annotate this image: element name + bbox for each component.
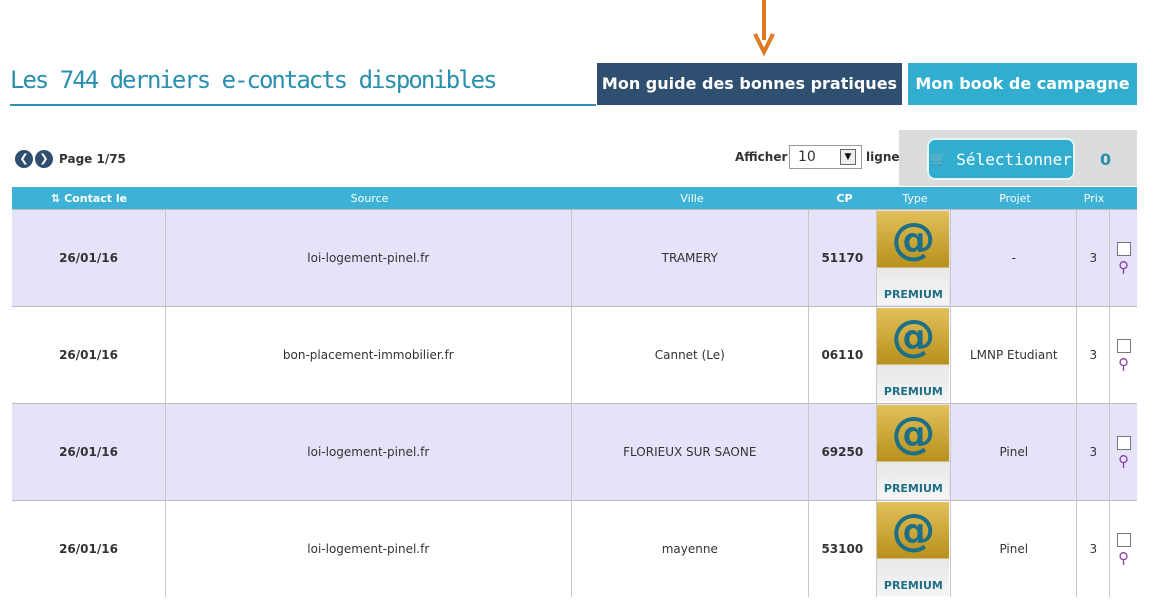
zoom-icon[interactable]: ⚲ <box>1118 453 1129 469</box>
header-source: Source <box>350 191 389 205</box>
cell-type: @ PREMIUM <box>877 501 952 597</box>
header-contact-label: Contact le <box>64 191 128 205</box>
row-checkbox[interactable] <box>1116 241 1131 256</box>
at-icon: @ <box>891 505 936 556</box>
cell-prix: 3 <box>1077 210 1111 306</box>
cell-actions: ⚲ <box>1110 501 1137 597</box>
chevron-left-icon[interactable]: ❮ <box>15 150 33 168</box>
premium-label: PREMIUM <box>883 482 943 495</box>
cell-projet: Pinel <box>951 404 1078 500</box>
header-prix: Prix <box>1083 191 1105 205</box>
table-row: 26/01/16 bon-placement-immobilier.fr Can… <box>12 306 1137 403</box>
header-ville: Ville <box>680 191 704 205</box>
table-row: 26/01/16 loi-logement-pinel.fr mayenne 5… <box>12 500 1137 597</box>
cell-prix: 3 <box>1077 307 1111 403</box>
zoom-icon[interactable]: ⚲ <box>1118 356 1129 372</box>
selection-count: 0 <box>1100 150 1112 169</box>
cart-icon: 🛒 <box>930 151 947 167</box>
row-checkbox[interactable] <box>1116 338 1131 353</box>
header-actions <box>1110 187 1137 209</box>
afficher-label: Afficher <box>735 150 788 164</box>
cell-cp: 53100 <box>809 501 877 597</box>
chevron-down-icon[interactable]: ▼ <box>840 149 856 165</box>
premium-badge: @ PREMIUM <box>877 405 950 499</box>
at-icon: @ <box>891 408 936 459</box>
cell-cp: 69250 <box>809 404 877 500</box>
cell-ville: Cannet (Le) <box>572 307 810 403</box>
premium-label: PREMIUM <box>883 579 943 592</box>
table-row: 26/01/16 loi-logement-pinel.fr TRAMERY 5… <box>12 209 1137 306</box>
premium-label: PREMIUM <box>883 385 943 398</box>
lines-per-page-value: 10 <box>798 149 816 165</box>
arrow-down-icon <box>753 0 775 57</box>
cell-source: loi-logement-pinel.fr <box>166 210 572 306</box>
premium-badge: @ PREMIUM <box>877 211 950 305</box>
cell-date: 26/01/16 <box>12 307 167 403</box>
at-icon: @ <box>891 311 936 362</box>
cell-source: loi-logement-pinel.fr <box>166 501 572 597</box>
tab-guide[interactable]: Mon guide des bonnes pratiques <box>597 63 902 105</box>
contacts-table: ⇅ Contact le Source Ville CP Type Projet… <box>12 187 1137 597</box>
cell-projet: - <box>951 210 1078 306</box>
cell-source: loi-logement-pinel.fr <box>166 404 572 500</box>
cell-type: @ PREMIUM <box>877 404 952 500</box>
premium-badge: @ PREMIUM <box>877 502 950 596</box>
header-projet: Projet <box>999 191 1031 205</box>
cell-cp: 06110 <box>809 307 877 403</box>
select-button[interactable]: 🛒 Sélectionner <box>927 138 1075 180</box>
premium-label: PREMIUM <box>883 288 943 301</box>
cell-source: bon-placement-immobilier.fr <box>166 307 572 403</box>
table-row: 26/01/16 loi-logement-pinel.fr FLORIEUX … <box>12 403 1137 500</box>
lines-per-page-select[interactable]: 10 ▼ <box>789 145 862 169</box>
cell-projet: LMNP Etudiant <box>951 307 1078 403</box>
cell-type: @ PREMIUM <box>877 210 952 306</box>
zoom-icon[interactable]: ⚲ <box>1118 550 1129 566</box>
row-checkbox[interactable] <box>1116 532 1131 547</box>
cell-type: @ PREMIUM <box>877 307 952 403</box>
select-button-label: Sélectionner <box>956 149 1072 169</box>
page-indicator: Page 1/75 <box>59 152 126 166</box>
premium-badge: @ PREMIUM <box>877 308 950 402</box>
row-checkbox[interactable] <box>1116 435 1131 450</box>
cell-actions: ⚲ <box>1110 307 1137 403</box>
sort-icon[interactable]: ⇅ <box>51 192 60 205</box>
chevron-right-icon[interactable]: ❯ <box>35 150 53 168</box>
cell-date: 26/01/16 <box>12 210 167 306</box>
cell-projet: Pinel <box>951 501 1078 597</box>
page-title: Les 744 derniers e-contacts disponibles <box>10 66 498 94</box>
header-contact[interactable]: ⇅ Contact le <box>12 187 166 209</box>
header-type: Type <box>902 191 928 205</box>
cell-ville: mayenne <box>572 501 810 597</box>
cell-actions: ⚲ <box>1110 210 1137 306</box>
cell-actions: ⚲ <box>1110 404 1137 500</box>
header-cp: CP <box>836 191 853 205</box>
pager: ❮ ❯ Page 1/75 <box>15 149 126 169</box>
cell-cp: 51170 <box>809 210 877 306</box>
cell-prix: 3 <box>1077 404 1111 500</box>
cell-date: 26/01/16 <box>12 404 167 500</box>
cell-date: 26/01/16 <box>12 501 167 597</box>
cell-prix: 3 <box>1077 501 1111 597</box>
title-divider <box>10 104 596 106</box>
at-icon: @ <box>891 214 936 265</box>
zoom-icon[interactable]: ⚲ <box>1118 259 1129 275</box>
cell-ville: TRAMERY <box>572 210 810 306</box>
cell-ville: FLORIEUX SUR SAONE <box>572 404 810 500</box>
table-header: ⇅ Contact le Source Ville CP Type Projet… <box>12 187 1137 209</box>
tab-book[interactable]: Mon book de campagne <box>908 63 1137 105</box>
